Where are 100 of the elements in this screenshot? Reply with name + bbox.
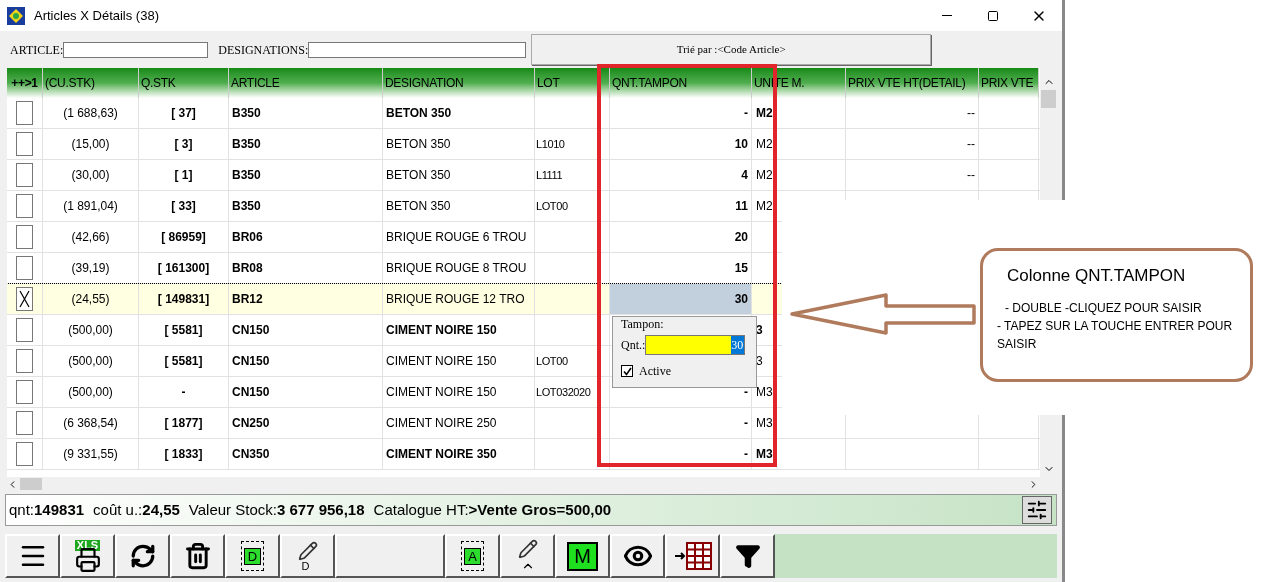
table-cell-text: 15 bbox=[734, 260, 748, 277]
table-cell-text: L1010 bbox=[536, 136, 565, 152]
toolbar-button[interactable] bbox=[170, 534, 225, 578]
toolbar-button[interactable]: M bbox=[555, 534, 610, 578]
row-checkbox[interactable] bbox=[16, 163, 33, 187]
table-cell-text: (6 368,54) bbox=[63, 415, 118, 432]
sort-button[interactable]: Trié par :<Code Article> bbox=[531, 34, 932, 65]
column-header[interactable]: PRIX VTE bbox=[979, 68, 1039, 98]
table-cell-text: [ 86959] bbox=[161, 229, 206, 246]
maximize-icon bbox=[987, 9, 999, 22]
row-checkbox[interactable] bbox=[16, 132, 33, 156]
column-header[interactable]: DESIGNATION bbox=[383, 68, 535, 98]
filter-label: DESIGNATIONS: bbox=[218, 41, 309, 59]
table-cell-text: M2 bbox=[756, 136, 773, 153]
table-cell-text: B350 bbox=[232, 198, 261, 215]
toolbar-button[interactable] bbox=[5, 534, 60, 578]
row-checkbox[interactable] bbox=[16, 349, 33, 373]
row-checkbox[interactable] bbox=[16, 442, 33, 466]
table-cell-text: CIMENT NOIRE 150 bbox=[386, 353, 497, 370]
filter-field[interactable] bbox=[308, 41, 527, 58]
column-header[interactable]: (CU.STK) bbox=[43, 68, 139, 98]
trash-icon bbox=[183, 542, 212, 570]
table-cell-text: 3 bbox=[756, 322, 763, 339]
column-header[interactable]: Q.STK bbox=[139, 68, 229, 98]
table-cell-text: M3 bbox=[756, 415, 773, 432]
table-cell-text: BETON 350 bbox=[386, 167, 451, 184]
toolbar-button[interactable]: D bbox=[280, 534, 335, 578]
table-cell-text: LOT00 bbox=[536, 353, 568, 369]
table-cell-text: 4 bbox=[741, 167, 748, 184]
quantity-field[interactable]: 30 bbox=[645, 335, 746, 355]
table-cell-text: (15,00) bbox=[71, 136, 110, 153]
scroll-thumb[interactable] bbox=[1041, 90, 1056, 108]
table-cell-text: (1 891,04) bbox=[63, 198, 118, 215]
table-cell-text: CN250 bbox=[232, 415, 270, 432]
table-cell-text: LOT032020 bbox=[536, 384, 591, 400]
table-cell-text: - bbox=[181, 384, 186, 401]
row-checkbox[interactable] bbox=[16, 411, 33, 435]
table-cell-text: M2 bbox=[756, 167, 773, 184]
table-cell-text: [ 3] bbox=[174, 136, 193, 153]
table-cell-text: M3 bbox=[756, 384, 773, 401]
minimize-icon bbox=[942, 15, 952, 16]
table-cell-text: 20 bbox=[734, 229, 748, 246]
row-checkbox[interactable] bbox=[16, 194, 33, 218]
filter-icon bbox=[734, 543, 761, 569]
table-row[interactable]: (9 331,55) [ 1833] CN350 CIMENT NOIRE 350 - M3 bbox=[7, 439, 1040, 470]
table-cell-text: (30,00) bbox=[71, 167, 110, 184]
toolbar-button[interactable] bbox=[720, 534, 775, 578]
table-cell-text: L1111 bbox=[536, 167, 563, 183]
table-cell-text: M2 bbox=[756, 105, 773, 122]
table-cell-text: CN150 bbox=[232, 322, 270, 339]
table-row[interactable]: (1 688,63) [ 37] B350 BETON 350 - M2 -- bbox=[7, 98, 1040, 129]
table-row[interactable]: (15,00) [ 3] B350 BETON 350 L1010 10 M2 -- bbox=[7, 129, 1040, 160]
column-header[interactable]: ARTICLE bbox=[229, 68, 383, 98]
toolbar-button[interactable] bbox=[115, 534, 170, 578]
column-header[interactable]: QNT.TAMPON bbox=[610, 68, 752, 98]
table-cell-text: B350 bbox=[232, 167, 261, 184]
table-cell-text: [ 5581] bbox=[164, 322, 203, 339]
edit-icon bbox=[297, 540, 318, 561]
table-cell-text: - bbox=[744, 105, 748, 122]
table-cell-text: (500,00) bbox=[68, 353, 113, 370]
column-header[interactable]: ++>1 bbox=[7, 68, 43, 98]
filter-field[interactable] bbox=[63, 41, 209, 58]
row-checkbox[interactable] bbox=[16, 225, 33, 249]
table-cell-text: CIMENT NOIRE 150 bbox=[386, 384, 497, 401]
table-cell-text: CIMENT NOIRE 150 bbox=[386, 322, 497, 339]
table-cell-text: -- bbox=[967, 167, 975, 184]
settings-button[interactable] bbox=[1022, 496, 1052, 524]
table-cell-text: BR06 bbox=[232, 229, 263, 246]
row-checkbox[interactable] bbox=[16, 287, 33, 311]
table-row[interactable]: (30,00) [ 1] B350 BETON 350 L1111 4 M2 -- bbox=[7, 160, 1040, 191]
table-cell-text: [ 37] bbox=[171, 105, 196, 122]
row-checkbox[interactable] bbox=[16, 101, 33, 125]
table-cell-text: 3 bbox=[756, 353, 763, 370]
toolbar-button[interactable] bbox=[610, 534, 665, 578]
table-cell-text: BRIQUE ROUGE 6 TROU bbox=[386, 229, 527, 246]
toolbar-button[interactable]: D bbox=[225, 534, 280, 578]
table-cell-text: BRIQUE ROUGE 8 TROU bbox=[386, 260, 527, 277]
table-cell-text: [ 33] bbox=[171, 198, 196, 215]
table-cell-text: M2 bbox=[756, 198, 773, 215]
row-checkbox[interactable] bbox=[16, 380, 33, 404]
table-cell-text: CN150 bbox=[232, 384, 270, 401]
toolbar-button[interactable] bbox=[500, 534, 555, 578]
table-row[interactable]: (6 368,54) [ 1877] CN250 CIMENT NOIRE 250 - M3 bbox=[7, 408, 1040, 439]
column-header[interactable]: LOT bbox=[535, 68, 610, 98]
row-checkbox[interactable] bbox=[16, 318, 33, 342]
table-cell-text: BETON 350 bbox=[386, 136, 451, 153]
status-text: Valeur Stock:3 677 956,18 bbox=[188, 499, 365, 520]
table-cell-text: (500,00) bbox=[68, 322, 113, 339]
table-cell-text: BR08 bbox=[232, 260, 263, 277]
toolbar-spacer-button[interactable] bbox=[335, 534, 445, 578]
scroll-thumb[interactable] bbox=[20, 478, 42, 490]
table-cell-text: CN350 bbox=[232, 446, 270, 463]
checkbox-label: Active bbox=[639, 363, 671, 380]
toolbar-button[interactable]: A bbox=[445, 534, 500, 578]
active-checkbox[interactable] bbox=[621, 365, 633, 377]
table-cell-text: (9 331,55) bbox=[63, 446, 118, 463]
row-checkbox[interactable] bbox=[16, 256, 33, 280]
column-header[interactable]: PRIX VTE HT(DETAIL) bbox=[846, 68, 979, 98]
toolbar-button[interactable] bbox=[665, 534, 720, 578]
table-cell-text: -- bbox=[967, 105, 975, 122]
